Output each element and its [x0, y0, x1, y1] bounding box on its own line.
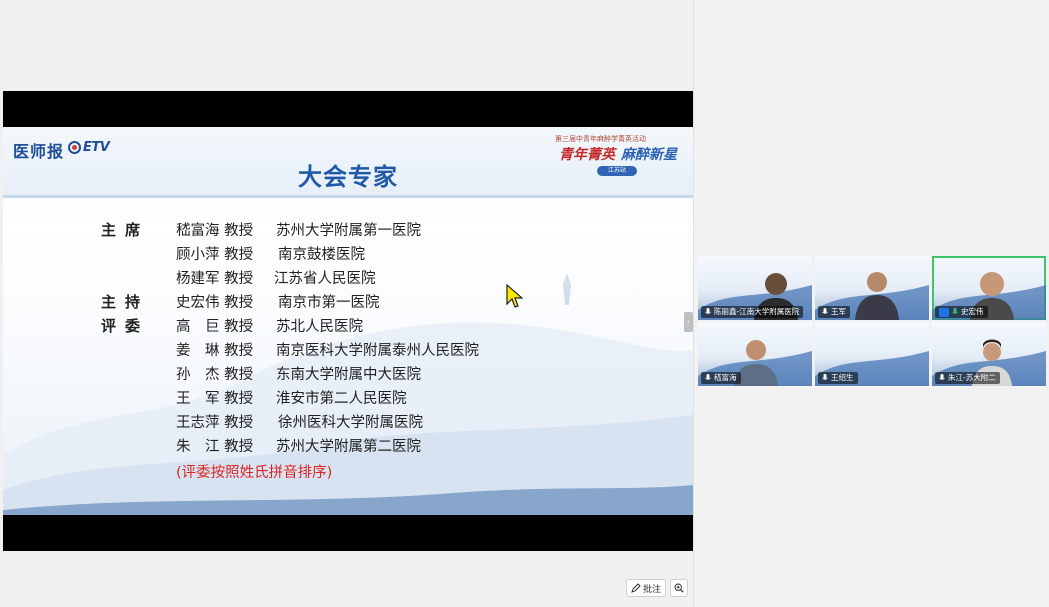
participant-name: 陈丽鑫-江南大学附属医院	[714, 307, 800, 316]
roster-hospital: 徐州医科大学附属医院	[278, 415, 423, 431]
expert-roster: 主席 嵇富海 教授 苏州大学附属第一医院 顾小萍 教授 南京鼓楼医院 杨建军 教…	[3, 127, 693, 515]
roster-hospital: 南京医科大学附属泰州人民医院	[276, 343, 479, 359]
participant-name: 嵇富海	[714, 373, 737, 382]
host-badge-icon	[939, 307, 949, 317]
roster-role: 评委	[101, 317, 150, 335]
share-toolbar: 批注	[626, 579, 689, 597]
roster-name: 杨建军 教授	[176, 271, 254, 287]
roster-hospital: 苏州大学附属第二医院	[276, 439, 421, 455]
participant-name-label: 陈丽鑫-江南大学附属医院	[701, 306, 804, 318]
roster-name: 史宏伟 教授	[176, 295, 254, 311]
participant-avatar	[734, 340, 778, 386]
mic-icon	[952, 308, 958, 314]
mic-icon	[705, 308, 711, 314]
participant-name: 王军	[831, 307, 846, 316]
roster-name: 朱 江 教授	[176, 439, 254, 455]
mic-icon	[822, 374, 828, 380]
participant-name-label: 王绍生	[818, 372, 858, 384]
roster-name: 姜 琳 教授	[176, 343, 254, 359]
zoom-in-icon	[674, 583, 684, 593]
zoom-in-button[interactable]	[670, 579, 689, 597]
roster-hospital: 淮安市第二人民医院	[276, 391, 407, 407]
participants-panel: 陈丽鑫-江南大学附属医院 王军 史宏伟 嵇富海 王绍生 朱江-苏大附二	[693, 0, 1049, 607]
roster-name: 顾小萍 教授	[176, 247, 254, 263]
participant-name-label: 王军	[818, 306, 850, 318]
shared-screen-area: 医师报 ETV 第三届中青年麻醉学菁英活动 青年菁英 麻醉新星 江苏站 大会专家 …	[0, 0, 693, 607]
participant-name: 王绍生	[831, 373, 854, 382]
roster-hospital: 南京鼓楼医院	[278, 247, 365, 263]
participant-video-tile-active-speaker[interactable]: 史宏伟	[932, 256, 1046, 320]
letterbox-top	[3, 91, 693, 127]
participant-name-label: 史宏伟	[935, 306, 988, 318]
mouse-pointer-icon	[506, 284, 524, 308]
participant-name: 朱江-苏大附二	[948, 373, 996, 382]
roster-name: 王 军 教授	[176, 391, 254, 407]
roster-name: 高 巨 教授	[176, 319, 254, 335]
roster-hospital: 南京市第一医院	[278, 295, 380, 311]
roster-hospital: 苏州大学附属第一医院	[276, 223, 421, 239]
judges-ordering-note: (评委按照姓氏拼音排序)	[176, 465, 333, 481]
participant-video-tile[interactable]: 王绍生	[815, 322, 929, 386]
participant-name-label: 朱江-苏大附二	[935, 372, 1000, 384]
participant-video-tile[interactable]: 陈丽鑫-江南大学附属医院	[698, 256, 812, 320]
participant-name: 史宏伟	[961, 307, 984, 316]
participant-video-tile[interactable]: 朱江-苏大附二	[932, 322, 1046, 386]
annotate-button[interactable]: 批注	[626, 579, 667, 597]
presentation-slide: 医师报 ETV 第三届中青年麻醉学菁英活动 青年菁英 麻醉新星 江苏站 大会专家 …	[3, 127, 693, 515]
roster-role: 主持	[101, 293, 150, 311]
annotate-label: 批注	[643, 584, 662, 595]
collapse-panel-handle[interactable]: ›	[684, 312, 693, 332]
participant-name-label: 嵇富海	[701, 372, 741, 384]
participant-video-tile[interactable]: 嵇富海	[698, 322, 812, 386]
roster-hospital: 苏北人民医院	[276, 319, 363, 335]
mic-icon	[822, 308, 828, 314]
letterbox-bottom	[3, 515, 693, 551]
roster-name: 王志萍 教授	[176, 415, 254, 431]
roster-role: 主席	[101, 221, 150, 239]
roster-hospital: 江苏省人民医院	[274, 271, 376, 287]
roster-name: 孙 杰 教授	[176, 367, 254, 383]
pencil-icon	[631, 583, 641, 593]
roster-name: 嵇富海 教授	[176, 223, 254, 239]
mic-icon	[939, 374, 945, 380]
participant-video-tile[interactable]: 王军	[815, 256, 929, 320]
participant-avatar	[855, 272, 899, 320]
mic-icon	[705, 374, 711, 380]
roster-hospital: 东南大学附属中大医院	[276, 367, 421, 383]
